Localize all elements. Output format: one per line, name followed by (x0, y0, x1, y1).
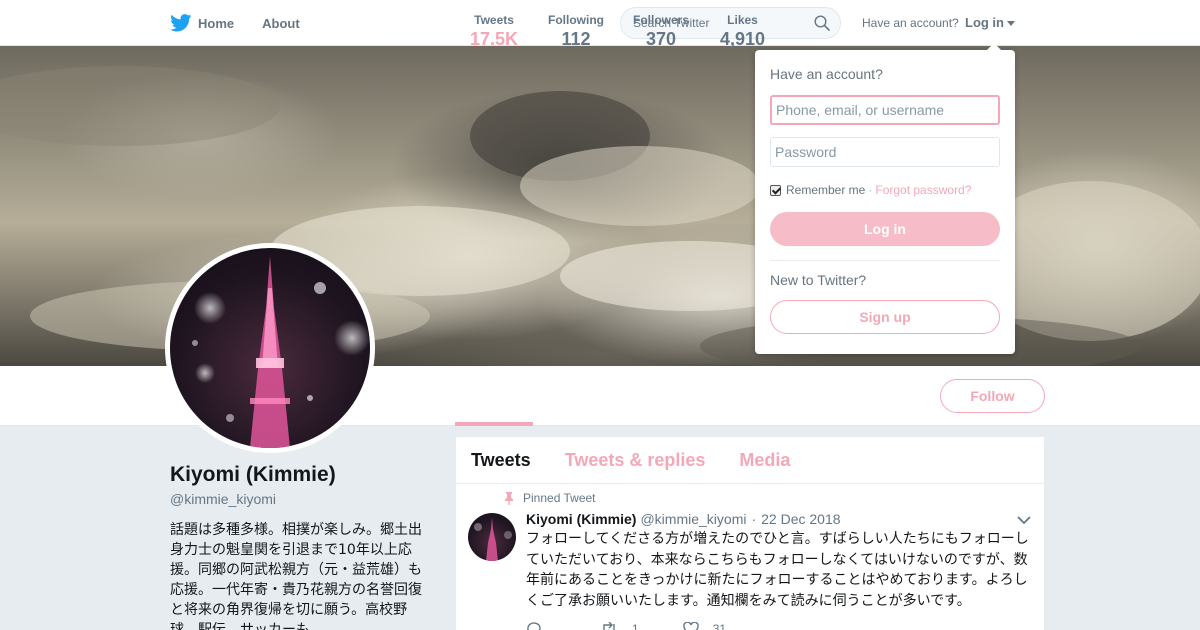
search-icon[interactable] (814, 15, 830, 31)
active-stat-underline (455, 422, 533, 426)
nav-about[interactable]: About (262, 16, 300, 31)
dropdown-arrow (987, 43, 1001, 50)
pinned-label: Pinned Tweet (523, 491, 596, 505)
stat-followers-value: 370 (645, 29, 677, 49)
stat-tweets[interactable]: Tweets 17.5K (470, 13, 518, 50)
tweet-author-handle[interactable]: @kimmie_kiyomi (640, 511, 746, 527)
nav-home[interactable]: Home (170, 14, 234, 32)
avatar-image (170, 248, 370, 448)
username-field[interactable] (770, 95, 1000, 125)
stat-likes[interactable]: Likes 4,910 (720, 13, 765, 50)
tweet-header: Kiyomi (Kimmie) @kimmie_kiyomi · 22 Dec … (526, 511, 841, 527)
retweet-icon (603, 622, 615, 630)
remember-separator: · (868, 183, 873, 197)
tweet-actions: 1 31 (526, 621, 770, 630)
pin-icon (505, 491, 513, 505)
nav-home-label: Home (198, 15, 235, 31)
stat-tweets-value: 17.5K (470, 29, 519, 49)
remember-label[interactable]: Remember me (786, 183, 865, 197)
tweet-avatar[interactable] (468, 513, 516, 561)
dropdown-divider (770, 260, 1000, 261)
login-menu-toggle[interactable]: Log in (965, 15, 1015, 30)
follow-button[interactable]: Follow (940, 379, 1045, 413)
stat-tweets-label: Tweets (474, 13, 514, 27)
login-dropdown: Have an account? Remember me · Forgot pa… (755, 43, 1015, 354)
nav-left: Home About (170, 0, 328, 46)
pinned-indicator: Pinned Tweet (504, 491, 596, 505)
chevron-down-icon[interactable] (1017, 516, 1031, 525)
remember-checkbox[interactable] (770, 184, 781, 196)
tweet-author-name[interactable]: Kiyomi (Kimmie) (526, 511, 636, 527)
timeline-tabs: Tweets Tweets & replies Media (456, 437, 1044, 484)
retweet-count: 1 (632, 622, 639, 630)
profile-bio: 話題は多種多様。相撲が楽しみ。郷土出身力士の魁皇関を引退まで10年以上応援。同郷… (170, 522, 422, 630)
tweet-avatar-image (474, 517, 512, 561)
tweet-text: フォローしてくださる方が増えたのでひと言。すばらしい人たちにもフォローしていただ… (526, 531, 1029, 609)
remember-row: Remember me · Forgot password? (770, 183, 971, 197)
nav-about-label: About (262, 15, 300, 31)
login-menu-label: Log in (965, 15, 1004, 30)
retweet-action[interactable]: 1 (600, 622, 639, 630)
signup-button[interactable]: Sign up (770, 300, 1000, 334)
tab-media[interactable]: Media (739, 450, 790, 471)
stat-followers[interactable]: Followers 370 (633, 13, 689, 50)
heart-icon (682, 622, 699, 630)
tweet-separator: · (751, 511, 757, 527)
stat-following[interactable]: Following 112 (548, 13, 604, 50)
new-to-twitter-text: New to Twitter? (770, 272, 867, 288)
stat-likes-label: Likes (727, 13, 758, 27)
profile-handle[interactable]: @kimmie_kiyomi (170, 491, 276, 507)
timeline: Tweets Tweets & replies Media Pinned Twe… (456, 437, 1044, 630)
dropdown-title: Have an account? (770, 66, 883, 82)
reply-action[interactable] (526, 621, 556, 630)
tokyo-tower-image (192, 256, 370, 448)
stat-following-label: Following (548, 13, 604, 27)
tab-tweets[interactable]: Tweets (471, 450, 531, 471)
tab-tweets-replies[interactable]: Tweets & replies (565, 450, 706, 471)
forgot-password-link[interactable]: Forgot password? (875, 183, 971, 197)
twitter-bird-icon (170, 14, 192, 32)
like-action[interactable]: 31 (682, 622, 727, 630)
login-button[interactable]: Log in (770, 212, 1000, 246)
tweet-date[interactable]: 22 Dec 2018 (761, 511, 840, 527)
stat-likes-value: 4,910 (720, 29, 766, 49)
stat-followers-label: Followers (633, 13, 690, 27)
like-count: 31 (712, 622, 727, 630)
password-field[interactable] (770, 137, 1000, 167)
profile-avatar[interactable] (165, 243, 375, 453)
profile-name: Kiyomi (Kimmie) (170, 463, 336, 486)
reply-icon (527, 622, 541, 630)
caret-down-icon (1007, 20, 1015, 26)
stat-following-value: 112 (561, 29, 591, 49)
have-account-text: Have an account? (862, 16, 959, 30)
